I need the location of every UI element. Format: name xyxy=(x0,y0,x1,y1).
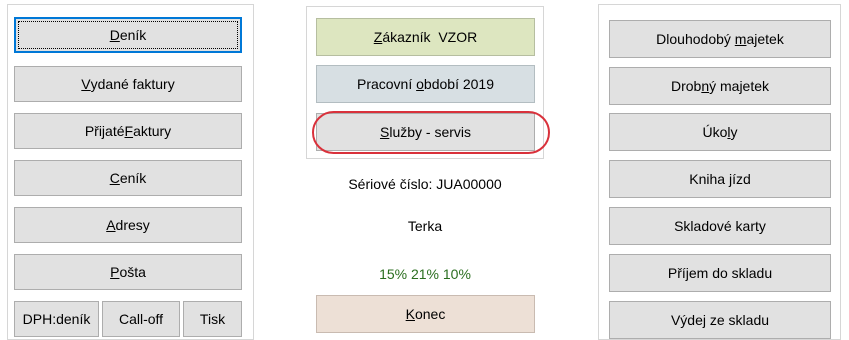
adresy-label-post: dresy xyxy=(115,217,150,233)
services-label-key: S xyxy=(379,124,390,140)
work-period-label-key: o xyxy=(416,76,424,92)
drobny-majetek-label-pre: Drob xyxy=(670,78,702,94)
dlouhodoby-majetek-button[interactable]: Dlouhodobý m ajetek xyxy=(609,20,831,58)
tisk-label: Tisk xyxy=(199,311,226,327)
kniha-jizd-button[interactable]: Kniha j ízd xyxy=(609,160,831,198)
dlouhodoby-majetek-label-post: ajetek xyxy=(746,31,784,47)
exit-label-key: K xyxy=(405,306,415,322)
adresy-button[interactable]: Adresy xyxy=(14,207,242,243)
customer-label-key: Z xyxy=(373,29,383,45)
services-button[interactable]: Služby - servis xyxy=(316,113,535,151)
tisk-button[interactable]: Tisk xyxy=(183,301,242,337)
ukoly-button[interactable]: Úko l y xyxy=(609,113,831,151)
work-period-label-pre: Pracovní xyxy=(356,76,417,92)
adresy-label-key: A xyxy=(106,217,116,233)
serial-number-text: Sériové číslo: JUA00000 xyxy=(348,176,502,192)
prijem-do-skladu-button[interactable]: Příjem do skladu xyxy=(609,254,831,292)
posta-label-post: ošta xyxy=(119,264,146,280)
call-off-label: Call-off xyxy=(118,311,164,327)
dph-denik-label: DPH:deník xyxy=(22,311,91,327)
exit-label-post: onec xyxy=(414,306,446,322)
prijate-faktury-button[interactable]: Přijaté Faktury xyxy=(14,113,242,149)
dlouhodoby-majetek-label-key: m xyxy=(734,31,747,47)
dph-denik-button[interactable]: DPH:deník xyxy=(14,301,99,337)
drobny-majetek-label-post: ý majetek xyxy=(709,78,770,94)
vydane-faktury-label-key: V xyxy=(81,76,91,92)
ukoly-label-pre: Úko xyxy=(702,124,728,140)
cenik-label-key: C xyxy=(109,170,120,186)
skladove-karty-label: Skladové karty xyxy=(674,218,766,234)
user-name-text: Terka xyxy=(407,218,443,234)
prijate-faktury-label-post: aktury xyxy=(133,123,172,139)
cenik-label-post: eník xyxy=(119,170,147,186)
vydej-ze-skladu-button[interactable]: Výdej ze skladu xyxy=(609,301,831,339)
dlouhodoby-majetek-label-pre: Dlouhodobý xyxy=(656,31,735,47)
cenik-button[interactable]: Ceník xyxy=(14,160,242,196)
posta-button[interactable]: Pošta xyxy=(14,254,242,290)
posta-label-key: P xyxy=(110,264,120,280)
prijem-do-skladu-label: Příjem do skladu xyxy=(667,265,773,281)
customer-label-post: ákazník VZOR xyxy=(382,29,478,45)
skladove-karty-button[interactable]: Skladové karty xyxy=(609,207,831,245)
customer-button[interactable]: Zákazník VZOR xyxy=(316,18,535,56)
vydane-faktury-button[interactable]: Vydané faktury xyxy=(14,66,242,102)
prijate-faktury-label-pre: Přijaté xyxy=(84,123,125,139)
kniha-jizd-label-post: ízd xyxy=(732,171,751,187)
ukoly-label-post: y xyxy=(730,124,738,140)
vydej-ze-skladu-label: Výdej ze skladu xyxy=(670,312,770,328)
focus-rect xyxy=(18,21,238,49)
denik-button[interactable]: Deník xyxy=(14,17,242,53)
work-period-label-post: bdobí 2019 xyxy=(423,76,494,92)
exit-button[interactable]: Konec xyxy=(316,295,535,333)
drobny-majetek-label-key: n xyxy=(701,78,710,94)
drobny-majetek-button[interactable]: Drob n ý majetek xyxy=(609,67,831,105)
prijate-faktury-label-key: F xyxy=(124,123,134,139)
call-off-button[interactable]: Call-off xyxy=(102,301,180,337)
work-period-button[interactable]: Pracovní o bdobí 2019 xyxy=(316,65,535,103)
vydane-faktury-label-post: ydané faktury xyxy=(90,76,175,92)
kniha-jizd-label-pre: Kniha xyxy=(689,171,729,187)
services-label-post: lužby - servis xyxy=(389,124,472,140)
vat-rates-text: 15% 21% 10% xyxy=(379,266,471,282)
